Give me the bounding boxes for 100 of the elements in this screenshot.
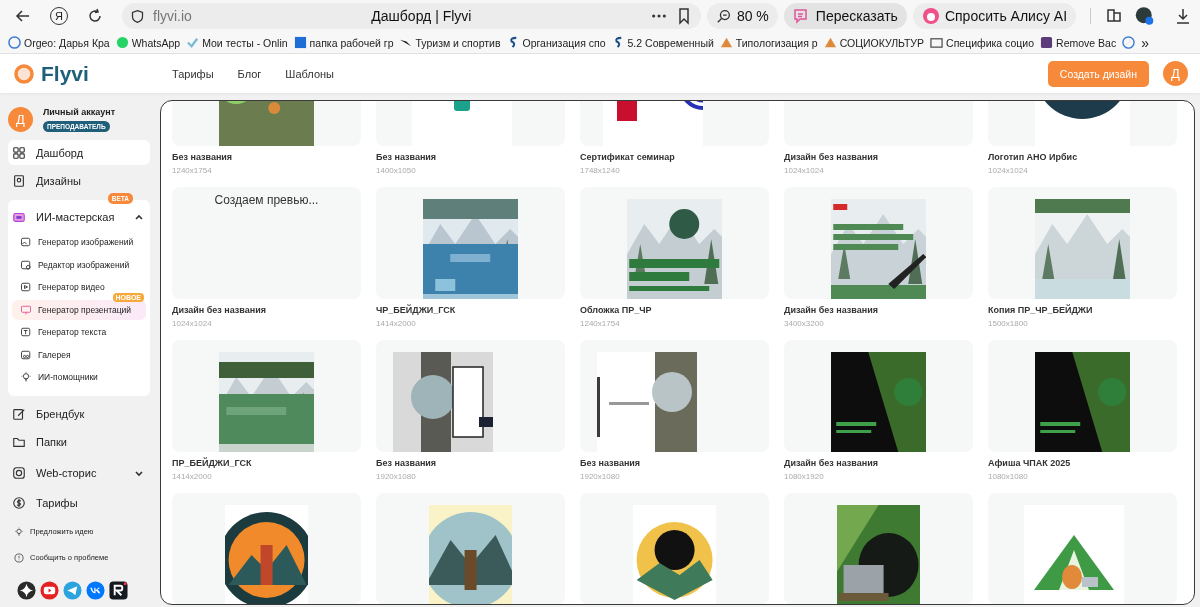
nav-link[interactable]: Блог bbox=[237, 67, 262, 80]
design-title: ПР_БЕЙДЖИ_ГСК bbox=[172, 458, 253, 468]
url-text: flyvi.io bbox=[153, 8, 192, 24]
nav-link[interactable]: Тарифы bbox=[172, 67, 214, 80]
submenu-item[interactable]: Редактор изображений bbox=[12, 254, 146, 275]
design-thumbnail[interactable] bbox=[376, 493, 565, 604]
bookmark[interactable]: Orgeo: Дарья Кра bbox=[8, 36, 110, 49]
page-title: Дашборд | Flyvi bbox=[370, 8, 473, 24]
account-name: Личный аккаунт bbox=[43, 107, 116, 117]
address-bar[interactable]: flyvi.io Дашборд | Flyvi bbox=[122, 3, 701, 29]
shield-icon bbox=[130, 8, 145, 24]
star-icon[interactable] bbox=[17, 580, 36, 600]
design-thumbnail[interactable] bbox=[784, 493, 973, 604]
sidebar-item[interactable]: Web-сторис bbox=[8, 457, 150, 488]
bookmark[interactable]: СОЦИОКУЛЬТУР bbox=[823, 36, 925, 49]
zoom-button[interactable]: 80 % bbox=[706, 3, 778, 29]
design-size: 1748x1240 bbox=[580, 166, 621, 175]
bookmark-icon bbox=[115, 36, 129, 49]
bookmark-label: Организация спо bbox=[522, 36, 606, 49]
reload-icon[interactable] bbox=[86, 7, 104, 25]
bookmark-icon bbox=[823, 36, 837, 49]
bookmark-icon bbox=[719, 36, 733, 49]
sidebar-item[interactable]: Тарифы bbox=[8, 490, 150, 516]
design-thumbnail[interactable] bbox=[580, 493, 769, 604]
video-icon bbox=[20, 281, 32, 293]
design-thumbnail[interactable] bbox=[580, 187, 769, 299]
submenu-item[interactable]: ИИ-помощники bbox=[12, 367, 146, 387]
design-title: Без названия bbox=[376, 458, 438, 468]
design-size: 1024x1024 bbox=[172, 319, 213, 328]
compass-icon[interactable] bbox=[1122, 36, 1136, 49]
retell-button[interactable]: Пересказать bbox=[783, 3, 907, 29]
design-title: Без названия bbox=[376, 152, 438, 162]
design-title: Дизайн без названия bbox=[784, 152, 879, 162]
bookmark[interactable]: Мои тесты - Onlin bbox=[186, 36, 288, 49]
design-thumbnail[interactable] bbox=[172, 493, 361, 604]
sidebar-item[interactable]: Папки bbox=[8, 429, 150, 455]
submenu-item[interactable]: Галерея bbox=[12, 344, 146, 365]
image-icon bbox=[20, 236, 32, 248]
bookmark-label: Мои тесты - Onlin bbox=[202, 36, 288, 49]
submenu-item[interactable]: Генератор изображений bbox=[12, 232, 146, 252]
profile-avatar[interactable] bbox=[1134, 5, 1154, 27]
sidebar-item[interactable]: Дизайны bbox=[8, 168, 150, 193]
design-size: 1920x1080 bbox=[580, 472, 621, 481]
sidebar-item[interactable]: Дашборд bbox=[8, 140, 150, 165]
design-size: 1080x1080 bbox=[988, 472, 1029, 481]
bookmark[interactable]: Туризм и спортив bbox=[399, 36, 501, 49]
bookmark-icon bbox=[8, 36, 21, 49]
extensions-icon[interactable] bbox=[1104, 7, 1123, 25]
bookmark[interactable]: Специфика социо bbox=[930, 36, 1035, 49]
more-bookmarks-button[interactable]: » bbox=[1141, 34, 1149, 51]
design-size: 1500x1800 bbox=[988, 319, 1029, 328]
design-title: Логотип АНО Ирбис bbox=[988, 152, 1079, 162]
bookmark[interactable]: Remove Bac bbox=[1040, 36, 1117, 49]
design-thumbnail[interactable] bbox=[172, 340, 361, 452]
design-thumbnail[interactable] bbox=[988, 340, 1177, 452]
alice-button[interactable]: Спросить Алису AI bbox=[912, 3, 1077, 29]
bookmark-icon bbox=[186, 36, 200, 49]
bookmark-icon bbox=[1040, 36, 1054, 49]
bookmark-label: Туризм и спортив bbox=[415, 36, 501, 49]
download-icon[interactable] bbox=[1174, 7, 1192, 25]
nav-link[interactable]: Шаблоны bbox=[285, 67, 334, 80]
design-title: Дизайн без названия bbox=[784, 305, 879, 315]
bookmark[interactable]: 5.2 Современный bbox=[611, 36, 714, 49]
design-size: 1024x1024 bbox=[784, 166, 825, 175]
sidebar-item[interactable]: Брендбук bbox=[8, 401, 150, 427]
design-thumbnail[interactable] bbox=[988, 493, 1177, 604]
design-thumbnail[interactable] bbox=[784, 340, 973, 452]
design-size: 1414x2000 bbox=[376, 319, 417, 328]
submenu-item[interactable]: Генератор презентаций bbox=[12, 299, 146, 320]
bookmark-label: СОЦИОКУЛЬТУР bbox=[839, 36, 925, 49]
bookmark[interactable]: WhatsApp bbox=[115, 36, 181, 49]
gallery-icon bbox=[20, 348, 32, 361]
alice-icon bbox=[921, 7, 940, 25]
submenu-item[interactable]: Генератор текста bbox=[12, 322, 146, 342]
bookmark-label: Специфика социо bbox=[946, 36, 1035, 49]
bookmark[interactable]: папка рабочей гр bbox=[293, 36, 394, 49]
vk-icon[interactable] bbox=[86, 580, 105, 600]
telegram-icon[interactable] bbox=[63, 580, 82, 600]
robot-icon bbox=[12, 210, 26, 224]
design-thumbnail[interactable] bbox=[376, 340, 565, 452]
bookmark-label: Типологизация р bbox=[735, 36, 818, 49]
design-thumbnail[interactable] bbox=[580, 340, 769, 452]
rutube-icon[interactable] bbox=[109, 580, 128, 600]
sidebar-item[interactable]: ИИ-мастерская bbox=[8, 202, 150, 232]
logo-text[interactable]: Flyvi bbox=[41, 61, 89, 86]
play-icon[interactable] bbox=[40, 580, 59, 600]
grid-icon bbox=[12, 145, 26, 160]
design-thumbnail[interactable]: Создаем превью... bbox=[172, 187, 361, 299]
design-title: Без названия bbox=[172, 152, 234, 162]
image-icon bbox=[20, 258, 32, 271]
design-thumbnail[interactable] bbox=[376, 187, 565, 299]
bookmark[interactable]: Организация спо bbox=[506, 36, 606, 49]
design-thumbnail[interactable] bbox=[784, 187, 973, 299]
design-thumbnail[interactable] bbox=[988, 187, 1177, 299]
bookmark[interactable]: Типологизация р bbox=[719, 36, 818, 49]
bookmark-label: Orgeo: Дарья Кра bbox=[24, 36, 110, 49]
bookmark-label: Remove Bac bbox=[1056, 36, 1117, 49]
logo-icon bbox=[14, 63, 34, 84]
design-title: Обложка ПР_ЧР bbox=[580, 305, 653, 315]
bookmark-label: WhatsApp bbox=[131, 36, 181, 49]
